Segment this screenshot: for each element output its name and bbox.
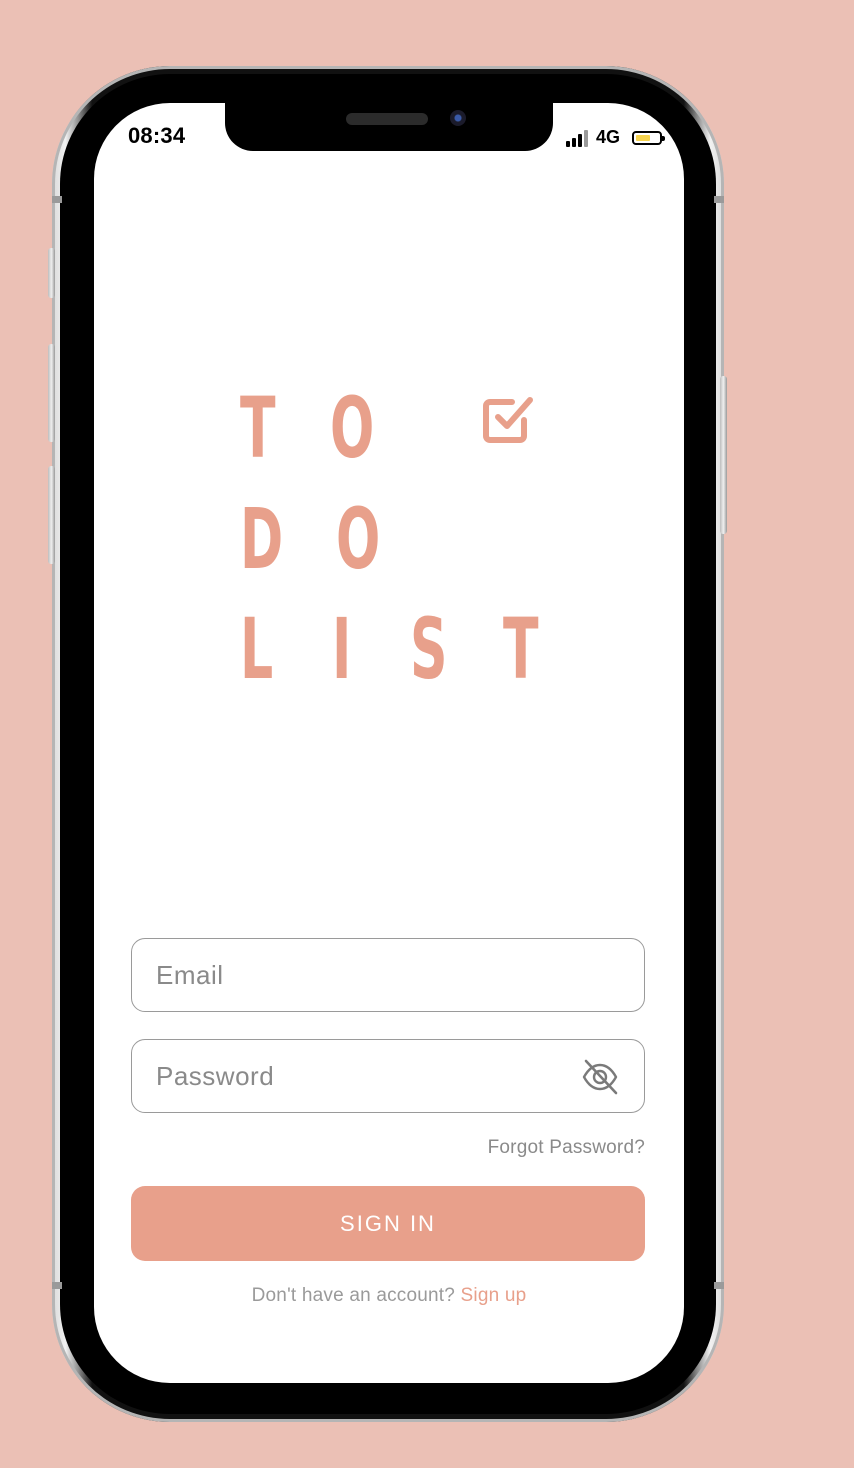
speaker-grille — [346, 113, 428, 125]
sign-up-link[interactable]: Sign up — [461, 1285, 527, 1306]
logo-letter: O — [336, 490, 381, 588]
logo-letter: D — [240, 490, 284, 588]
antenna-band — [714, 1282, 724, 1289]
email-field-container — [131, 938, 645, 1012]
status-time: 08:34 — [128, 123, 186, 148]
app-screen: 08:34 4G T O D O L I S T Forgot Pa — [94, 103, 684, 1383]
network-type: 4G — [595, 127, 620, 147]
logo-letter: T — [240, 379, 276, 477]
antenna-band — [52, 1282, 62, 1289]
volume-up-button — [48, 344, 55, 442]
signup-prompt-row: Don't have an account? Sign up — [94, 1285, 684, 1307]
sign-in-button[interactable]: SIGN IN — [131, 1186, 645, 1261]
battery-icon — [632, 130, 665, 145]
email-field[interactable] — [132, 939, 644, 1011]
logo-letter: T — [503, 600, 539, 698]
front-camera — [450, 110, 466, 126]
password-field[interactable] — [132, 1040, 644, 1112]
power-button — [720, 376, 727, 534]
checkbox-checked-icon — [483, 397, 533, 443]
forgot-password-link[interactable]: Forgot Password? — [488, 1137, 645, 1159]
logo-letter: S — [410, 600, 448, 698]
eye-off-icon[interactable] — [580, 1057, 620, 1097]
notch — [225, 103, 553, 151]
signal-strength-icon — [565, 129, 588, 147]
password-field-container — [131, 1039, 645, 1113]
mute-switch — [48, 248, 55, 298]
volume-down-button — [48, 466, 55, 564]
logo-letter: O — [330, 379, 375, 477]
logo-letter: L — [240, 600, 274, 698]
status-indicators: 4G — [565, 127, 665, 148]
signup-prompt-text: Don't have an account? — [251, 1285, 461, 1306]
antenna-band — [714, 196, 724, 203]
logo-letter: I — [332, 600, 352, 698]
antenna-band — [52, 196, 62, 203]
